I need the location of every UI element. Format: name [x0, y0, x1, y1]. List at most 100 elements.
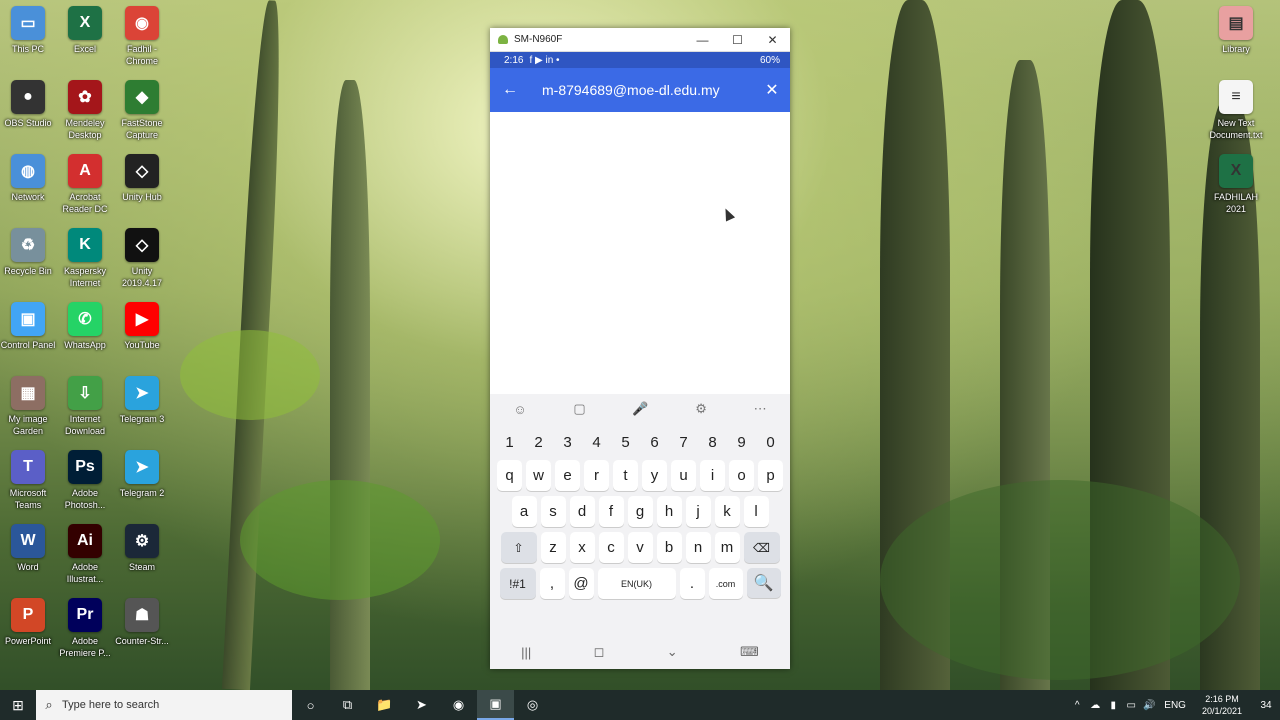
desktop-icon[interactable]: ◍ Network — [0, 154, 58, 203]
desktop-icon[interactable]: ◇ Unity 2019.4.17 — [112, 228, 172, 289]
key-x[interactable]: x — [569, 532, 595, 563]
desktop-icon[interactable]: Ps Adobe Photosh... — [55, 450, 115, 511]
desktop-icon[interactable]: ✆ WhatsApp — [55, 302, 115, 351]
key-e[interactable]: e — [555, 460, 580, 491]
phone-mirror-app-icon[interactable]: ▣ — [477, 690, 514, 720]
file-explorer-icon[interactable]: 📁 — [366, 690, 403, 720]
start-button[interactable]: ⊞ — [0, 697, 36, 714]
key-t[interactable]: t — [613, 460, 638, 491]
key-6[interactable]: 6 — [642, 429, 667, 455]
desktop-icon[interactable]: ☗ Counter-Str... — [112, 598, 172, 647]
keyboard-switch-icon[interactable]: ⌨ — [740, 644, 759, 660]
desktop-icon[interactable]: ◉ Fadhil - Chrome — [112, 6, 172, 67]
key-7[interactable]: 7 — [671, 429, 696, 455]
desktop-icon[interactable]: Pr Adobe Premiere P... — [55, 598, 115, 659]
shift-key[interactable]: ⇧ — [500, 532, 537, 563]
key-m[interactable]: m — [714, 532, 740, 563]
desktop-icon[interactable]: ● OBS Studio — [0, 80, 58, 129]
desktop-icon[interactable]: ▭ This PC — [0, 6, 58, 55]
battery-icon[interactable]: ▮ — [1104, 700, 1122, 711]
notification-center-icon[interactable]: 34 — [1252, 700, 1280, 711]
settings-gear-icon[interactable]: ⚙ — [695, 401, 707, 417]
desktop-icon[interactable]: A Acrobat Reader DC — [55, 154, 115, 215]
obs-icon[interactable]: ◎ — [514, 690, 551, 720]
key-z[interactable]: z — [540, 532, 566, 563]
desktop-icon[interactable]: ➤ Telegram 2 — [112, 450, 172, 499]
key-p[interactable]: p — [758, 460, 783, 491]
key-n[interactable]: n — [685, 532, 711, 563]
email-search-title[interactable]: m-8794689@moe-dl.edu.my — [530, 82, 754, 98]
key-s[interactable]: s — [540, 496, 566, 527]
desktop-icon[interactable]: ✿ Mendeley Desktop — [55, 80, 115, 141]
clock[interactable]: 2:16 PM 20/1/2021 — [1192, 693, 1252, 717]
key-1[interactable]: 1 — [497, 429, 522, 455]
key-j[interactable]: j — [685, 496, 711, 527]
key-r[interactable]: r — [584, 460, 609, 491]
key-a[interactable]: a — [511, 496, 537, 527]
recents-button[interactable]: ||| — [521, 645, 531, 660]
key-v[interactable]: v — [627, 532, 653, 563]
key-y[interactable]: y — [642, 460, 667, 491]
network-icon[interactable]: ▭ — [1122, 700, 1140, 711]
key-l[interactable]: l — [743, 496, 769, 527]
desktop-icon[interactable]: K Kaspersky Internet — [55, 228, 115, 289]
key-w[interactable]: w — [526, 460, 551, 491]
key-0[interactable]: 0 — [758, 429, 783, 455]
minimize-button[interactable]: — — [685, 33, 720, 47]
desktop-icon[interactable]: P PowerPoint — [0, 598, 58, 647]
key-f[interactable]: f — [598, 496, 624, 527]
desktop-icon[interactable]: ◆ FastStone Capture — [112, 80, 172, 141]
key-9[interactable]: 9 — [729, 429, 754, 455]
hide-keyboard-button[interactable]: ⌄ — [667, 644, 678, 660]
key-h[interactable]: h — [656, 496, 682, 527]
comma-key[interactable]: , — [539, 568, 565, 599]
cortana-icon[interactable]: ○ — [292, 690, 329, 720]
close-window-button[interactable]: ✕ — [755, 33, 790, 47]
desktop-icon[interactable]: T Microsoft Teams — [0, 450, 58, 511]
desktop-icon[interactable]: ▦ My image Garden — [0, 376, 58, 437]
key-5[interactable]: 5 — [613, 429, 638, 455]
desktop-icon[interactable]: Ai Adobe Illustrat... — [55, 524, 115, 585]
key-2[interactable]: 2 — [526, 429, 551, 455]
emoji-icon[interactable]: ☺ — [513, 402, 526, 417]
microphone-icon[interactable]: 🎤 — [632, 401, 648, 417]
desktop-icon[interactable]: ▤ Library — [1206, 6, 1266, 55]
more-options-icon[interactable]: ⋯ — [754, 401, 767, 417]
window-titlebar[interactable]: SM-N960F — ☐ ✕ — [490, 28, 790, 52]
desktop-icon[interactable]: ♻ Recycle Bin — [0, 228, 58, 277]
blank-content-area[interactable] — [490, 112, 790, 395]
desktop-icon[interactable]: ➤ Telegram 3 — [112, 376, 172, 425]
task-view-icon[interactable]: ⧉ — [329, 690, 366, 720]
tray-overflow-icon[interactable]: ^ — [1068, 700, 1086, 711]
key-g[interactable]: g — [627, 496, 653, 527]
home-button[interactable]: ◻ — [594, 644, 605, 660]
period-key[interactable]: . — [679, 568, 705, 599]
maximize-button[interactable]: ☐ — [720, 33, 755, 47]
language-indicator[interactable]: ENG — [1158, 700, 1192, 711]
dropbox-icon[interactable]: ☁ — [1086, 700, 1104, 711]
backspace-key[interactable]: ⌫ — [743, 532, 780, 563]
key-k[interactable]: k — [714, 496, 740, 527]
search-key-icon[interactable]: 🔍 — [746, 568, 781, 598]
space-key[interactable]: EN(UK) — [597, 568, 676, 599]
back-arrow-icon[interactable]: ← — [490, 81, 530, 99]
desktop-icon[interactable]: W Word — [0, 524, 58, 573]
desktop-icon[interactable]: ⇩ Internet Download — [55, 376, 115, 437]
key-c[interactable]: c — [598, 532, 624, 563]
desktop-icon[interactable]: ⚙ Steam — [112, 524, 172, 573]
telegram-icon[interactable]: ➤ — [403, 690, 440, 720]
key-4[interactable]: 4 — [584, 429, 609, 455]
close-icon[interactable]: ✕ — [754, 80, 790, 100]
key-o[interactable]: o — [729, 460, 754, 491]
key-b[interactable]: b — [656, 532, 682, 563]
key-q[interactable]: q — [497, 460, 522, 491]
taskbar-search-box[interactable]: ⌕ Type here to search — [36, 690, 292, 720]
desktop-icon[interactable]: ≡ New Text Document.txt — [1206, 80, 1266, 141]
key-i[interactable]: i — [700, 460, 725, 491]
desktop-icon[interactable]: ◇ Unity Hub — [112, 154, 172, 203]
key-d[interactable]: d — [569, 496, 595, 527]
key-3[interactable]: 3 — [555, 429, 580, 455]
dotcom-key[interactable]: .com — [708, 568, 743, 599]
desktop-icon[interactable]: ▶ YouTube — [112, 302, 172, 351]
volume-icon[interactable]: 🔊 — [1140, 700, 1158, 711]
